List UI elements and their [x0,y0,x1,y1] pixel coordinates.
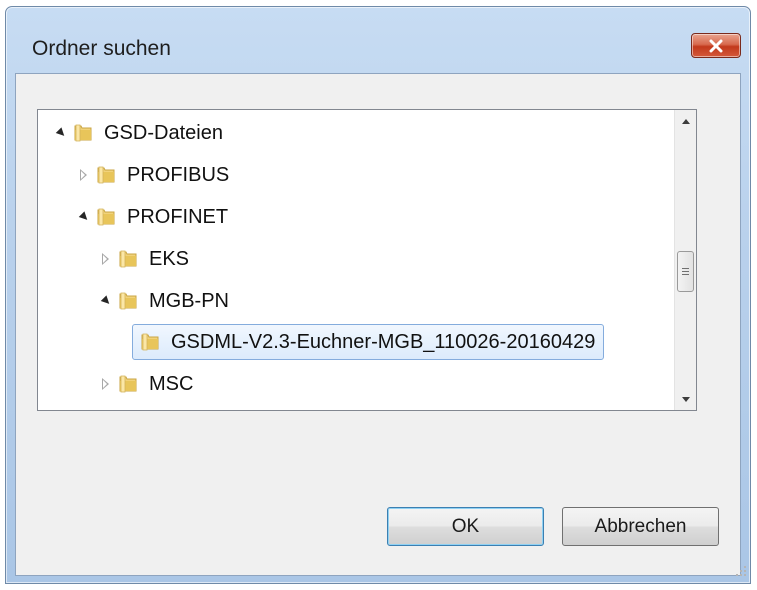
grip-line [682,274,689,275]
grip-line [682,268,689,269]
folder-icon [97,208,115,226]
close-button[interactable] [691,33,741,58]
selection-highlight[interactable]: GSDML-V2.3-Euchner-MGB_110026-20160429 [132,324,605,360]
tree-item-label: MGB-PN [149,289,229,312]
scroll-up-button[interactable] [675,110,696,132]
tree-item-gsd-dateien[interactable]: GSD-Dateien [52,114,223,152]
vertical-scrollbar[interactable] [674,110,696,410]
tree-item-msc[interactable]: MSC [97,365,193,403]
arrow-up-icon [681,118,690,124]
tree-item-profinet[interactable]: PROFINET [75,198,228,236]
tree-item-eks[interactable]: EKS [97,240,189,278]
folder-icon [119,250,137,268]
expand-arrow-icon[interactable] [75,209,91,225]
tree-item-mgb-pn[interactable]: MGB-PN [97,282,229,320]
resize-grip-icon[interactable] [733,563,747,577]
window-title: Ordner suchen [32,37,171,60]
close-icon [709,39,723,52]
expand-arrow-icon[interactable] [97,293,113,309]
folder-icon [141,333,159,351]
title-bar[interactable]: Ordner suchen [6,7,750,73]
tree-item-label: GSD-Dateien [104,121,223,144]
tree-item-label: EKS [149,247,190,270]
collapsed-arrow-icon[interactable] [75,167,91,183]
folder-icon [97,166,115,184]
expand-arrow-icon[interactable] [52,125,68,141]
tree-item-label: PROFIBUS [127,163,230,186]
grip-line [682,271,689,272]
arrow-down-icon [681,396,690,402]
folder-icon [119,292,137,310]
folder-tree[interactable]: GSD-Dateien PROFIBUS PROFINET EKS MGB-PN… [37,109,697,411]
folder-icon [74,124,92,142]
scrollbar-thumb[interactable] [677,251,694,292]
cancel-button[interactable]: Abbrechen [562,507,719,546]
folder-icon [119,375,137,393]
collapsed-arrow-icon[interactable] [97,251,113,267]
tree-item-profibus[interactable]: PROFIBUS [75,156,229,194]
scroll-down-button[interactable] [675,388,696,410]
tree-item-label: GSDML-V2.3-Euchner-MGB_110026-20160429 [171,330,596,353]
tree-item-label: MSC [149,372,194,395]
tree-item-label: PROFINET [127,205,229,228]
tree-item-gsdml-selected[interactable]: GSDML-V2.3-Euchner-MGB_110026-20160429 [132,323,605,361]
collapsed-arrow-icon[interactable] [97,376,113,392]
ok-button[interactable]: OK [387,507,544,546]
